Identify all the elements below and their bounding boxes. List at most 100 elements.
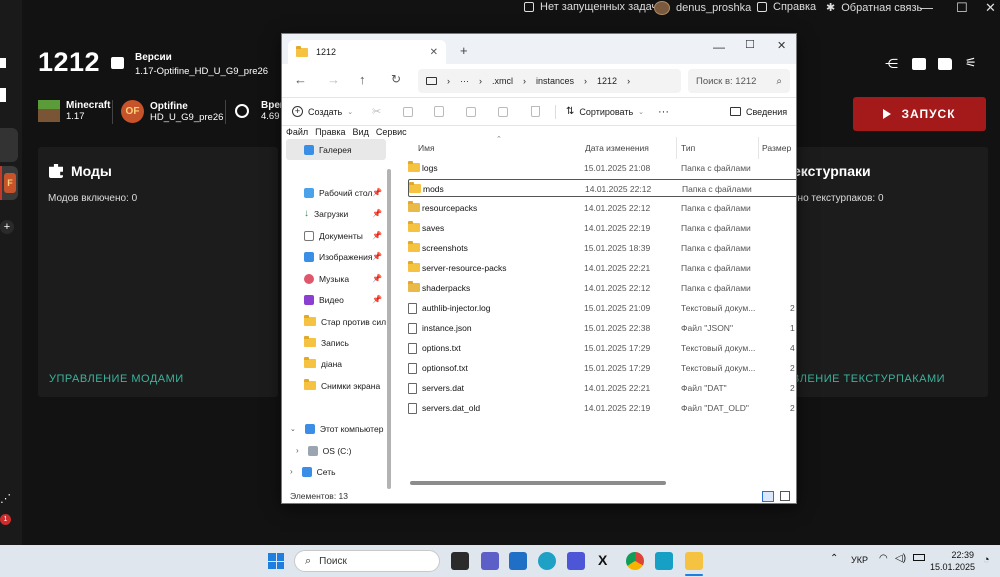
close-tab-icon[interactable]: ✕	[430, 47, 438, 58]
wifi-icon[interactable]: ◠	[879, 553, 888, 564]
nav-downloads[interactable]: ↓ Загрузки 📌	[286, 203, 386, 224]
breadcrumb-segment[interactable]: .xmcl	[492, 76, 513, 86]
copy-icon[interactable]	[403, 106, 413, 117]
breadcrumb-ellipsis[interactable]: ···	[460, 76, 469, 86]
file-row[interactable]: optionsof.txt 15.01.2025 17:29 Текстовый д…	[408, 359, 796, 377]
clock[interactable]: 22:39 15.01.2025	[930, 549, 975, 573]
tiles-view-icon[interactable]	[780, 491, 790, 501]
launch-button[interactable]: ЗАПУСК	[853, 97, 986, 131]
nav-documents[interactable]: Документы 📌	[286, 225, 386, 246]
menu-view[interactable]: Вид	[353, 127, 369, 137]
file-row[interactable]: resourcepacks 14.01.2025 22:12 Папка с фай…	[408, 199, 796, 217]
nav-gallery[interactable]: Галерея	[286, 139, 386, 160]
rail-optifine-instance-button[interactable]: F	[0, 166, 18, 200]
notifications-bell-icon[interactable]: ◔	[983, 554, 990, 566]
nav-scrollbar[interactable]	[387, 169, 391, 489]
rail-add-icon[interactable]: +	[0, 220, 14, 234]
chrome-icon[interactable]	[626, 552, 644, 570]
nav-pictures[interactable]: Изображения 📌	[286, 246, 386, 267]
address-bar[interactable]: › ··· › .xmcl › instances › 1212 ›	[418, 69, 681, 93]
column-type[interactable]: Тип	[681, 143, 695, 153]
feedback-link[interactable]: ✱ Обратная связь	[826, 1, 922, 15]
start-button[interactable]	[268, 553, 284, 569]
close-button[interactable]: ✕	[985, 0, 996, 16]
app-icon[interactable]	[567, 552, 585, 570]
paste-icon[interactable]	[434, 106, 444, 117]
x-app-icon[interactable]: X	[598, 552, 607, 568]
nav-video[interactable]: Видео 📌	[286, 289, 386, 310]
manage-resourcepacks-link[interactable]: ВЛЕНИЕ ТЕКСТУРПАКАМИ	[792, 373, 945, 385]
nav-folder[interactable]: діана	[286, 353, 386, 374]
taskbar-search[interactable]: ⌕ Поиск	[294, 550, 440, 572]
cut-icon[interactable]: ✂	[372, 105, 381, 118]
refresh-button[interactable]: ↻	[391, 72, 401, 86]
rename-icon[interactable]	[466, 106, 476, 117]
rail-instance-button[interactable]	[0, 128, 18, 162]
app-icon[interactable]	[655, 552, 673, 570]
sort-button[interactable]: ⇅ Сортировать ⌄	[566, 106, 644, 117]
explorer-maximize-button[interactable]: ☐	[745, 38, 755, 51]
breadcrumb-segment[interactable]: 1212	[597, 76, 617, 86]
file-row[interactable]: logs 15.01.2025 21:08 Папка с файлами	[408, 159, 796, 177]
details-pane-button[interactable]: Сведения	[730, 107, 787, 117]
column-name[interactable]: Имя	[418, 143, 435, 153]
nav-this-pc[interactable]: ⌄ Этот компьютер	[286, 418, 386, 439]
breadcrumb-segment[interactable]: instances	[536, 76, 574, 86]
column-size[interactable]: Размер	[762, 143, 791, 153]
server-icon[interactable]	[912, 58, 926, 70]
back-button[interactable]: ←	[294, 72, 307, 87]
minimize-button[interactable]: —	[920, 0, 933, 15]
nav-folder[interactable]: Запись	[286, 332, 386, 353]
volume-icon[interactable]: ◁)	[895, 553, 906, 564]
nav-folder[interactable]: Стар против сил з	[286, 311, 386, 332]
file-row[interactable]: authlib-injector.log 15.01.2025 21:09 Текс…	[408, 299, 796, 317]
file-row[interactable]: shaderpacks 14.01.2025 22:12 Папка с файла…	[408, 279, 796, 297]
task-view-icon[interactable]	[451, 552, 469, 570]
new-tab-button[interactable]: +	[460, 43, 468, 58]
file-row[interactable]: screenshots 15.01.2025 18:39 Папка с файла…	[408, 239, 796, 257]
nav-folder[interactable]: Снимки экрана	[286, 375, 386, 396]
manage-mods-link[interactable]: УПРАВЛЕНИЕ МОДАМИ	[49, 373, 184, 385]
maximize-button[interactable]: ☐	[956, 0, 968, 16]
share-icon[interactable]: ⋲	[885, 56, 898, 72]
tasks-indicator[interactable]: Нет запущенных задач	[524, 1, 657, 13]
forward-button[interactable]: →	[327, 72, 340, 87]
file-row[interactable]: options.txt 15.01.2025 17:29 Текстовый док…	[408, 339, 796, 357]
file-row[interactable]: servers.dat_old 14.01.2025 22:19 Файл "DAT…	[408, 399, 796, 417]
horizontal-scrollbar[interactable]	[410, 481, 666, 485]
menu-file[interactable]: Файл	[286, 127, 308, 137]
details-view-icon[interactable]	[762, 490, 774, 502]
search-input[interactable]: Поиск в: 1212 ⌕	[688, 69, 790, 93]
user-account[interactable]: denus_proshka	[654, 1, 751, 15]
menu-tools[interactable]: Сервис	[376, 127, 407, 137]
language-indicator[interactable]: УКР	[851, 555, 868, 565]
more-options-button[interactable]: ···	[658, 106, 669, 118]
file-row[interactable]: saves 14.01.2025 22:19 Папка с файлами	[408, 219, 796, 237]
delete-icon[interactable]	[531, 106, 540, 117]
folder-icon[interactable]	[938, 58, 952, 70]
help-link[interactable]: Справка	[757, 1, 816, 13]
share-icon[interactable]	[498, 106, 508, 117]
menu-edit[interactable]: Правка	[315, 127, 345, 137]
rail-share-icon[interactable]: ⋰	[0, 492, 11, 505]
nav-music[interactable]: Музыка 📌	[286, 268, 386, 289]
store-icon[interactable]	[509, 552, 527, 570]
explorer-tab[interactable]: 1212 ✕	[288, 40, 446, 64]
edge-icon[interactable]	[538, 552, 556, 570]
file-explorer-icon[interactable]	[685, 552, 703, 570]
explorer-close-button[interactable]: ✕	[777, 39, 786, 52]
file-row[interactable]: servers.dat 14.01.2025 22:21 Файл "DAT" 2	[408, 379, 796, 397]
teams-icon[interactable]	[481, 552, 499, 570]
tray-chevron-up-icon[interactable]: ⌃	[830, 553, 838, 564]
column-date[interactable]: Дата изменения	[585, 143, 649, 153]
nav-os-drive[interactable]: › OS (C:)	[286, 440, 386, 461]
create-button[interactable]: + Создать ⌄	[292, 106, 353, 117]
file-row[interactable]: instance.json 15.01.2025 22:38 Файл "JSON"…	[408, 319, 796, 337]
notification-badge[interactable]: 1	[0, 514, 11, 525]
up-button[interactable]: ↑	[359, 72, 366, 87]
rail-store-icon[interactable]	[0, 88, 6, 102]
nav-network[interactable]: › Сеть	[286, 461, 386, 482]
nav-desktop[interactable]: Рабочий стол 📌	[286, 182, 386, 203]
explorer-minimize-button[interactable]: —	[713, 40, 725, 54]
settings-sliders-icon[interactable]: ⚟	[965, 55, 977, 71]
